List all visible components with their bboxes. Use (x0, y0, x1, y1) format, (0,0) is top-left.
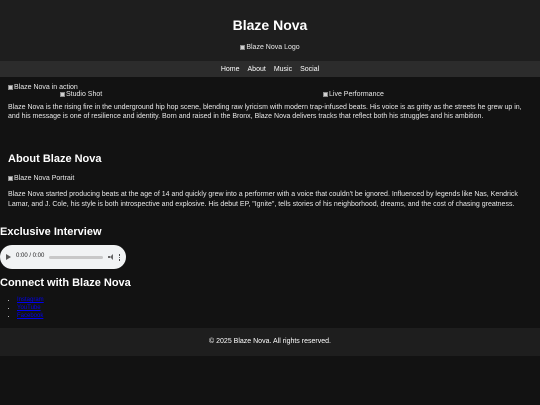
audio-progress-bar[interactable] (49, 255, 103, 259)
about-paragraph: Blaze Nova started producing beats at th… (8, 191, 518, 208)
footer-copyright: © 2025 Blaze Nova. All rights reserved. (209, 338, 331, 346)
connect-heading: Connect with Blaze Nova (0, 277, 131, 289)
youtube-link[interactable]: YouTube (17, 305, 41, 311)
list-item: YouTube (17, 304, 300, 312)
interview-section: Exclusive Interview 0:00 / 0:00 (0, 225, 200, 270)
intro-paragraph: Blaze Nova is the rising fire in the und… (8, 104, 522, 121)
portrait-image: Blaze Nova Portrait (8, 174, 532, 184)
site-header: Blaze Nova Blaze Nova Logo (0, 0, 540, 62)
volume-icon[interactable] (107, 254, 114, 261)
broken-image-icon (8, 85, 13, 91)
connect-section: Connect with Blaze Nova Instagram YouTub… (0, 276, 300, 320)
broken-image-icon (323, 92, 328, 98)
about-section: About Blaze Nova Blaze Nova Portrait Bla… (8, 152, 532, 209)
facebook-link[interactable]: Facebook (17, 313, 43, 319)
broken-image-icon (240, 45, 246, 51)
more-options-icon[interactable] (118, 254, 120, 261)
site-footer: © 2025 Blaze Nova. All rights reserved. (0, 328, 540, 356)
studio-image: Studio Shot (60, 90, 102, 100)
instagram-link[interactable]: Instagram (17, 297, 44, 303)
audio-player[interactable]: 0:00 / 0:00 (0, 245, 126, 270)
broken-image-icon (8, 176, 13, 182)
list-item: Facebook (17, 312, 300, 320)
logo-image: Blaze Nova Logo (0, 43, 540, 53)
list-item: Instagram (17, 296, 300, 304)
nav-home[interactable]: Home (221, 65, 240, 74)
live-performance-image: Live Performance (323, 90, 384, 100)
broken-image-icon (60, 92, 65, 98)
nav-social[interactable]: Social (300, 65, 319, 74)
nav-about[interactable]: About (248, 65, 266, 74)
about-heading: About Blaze Nova (8, 153, 102, 165)
audio-time: 0:00 / 0:00 (16, 253, 45, 260)
nav-music[interactable]: Music (274, 65, 292, 74)
main-nav: Home About Music Social (0, 61, 540, 78)
play-icon[interactable] (6, 254, 11, 261)
site-title: Blaze Nova (232, 17, 308, 33)
interview-heading: Exclusive Interview (0, 226, 102, 238)
social-links: Instagram YouTube Facebook (0, 296, 300, 320)
